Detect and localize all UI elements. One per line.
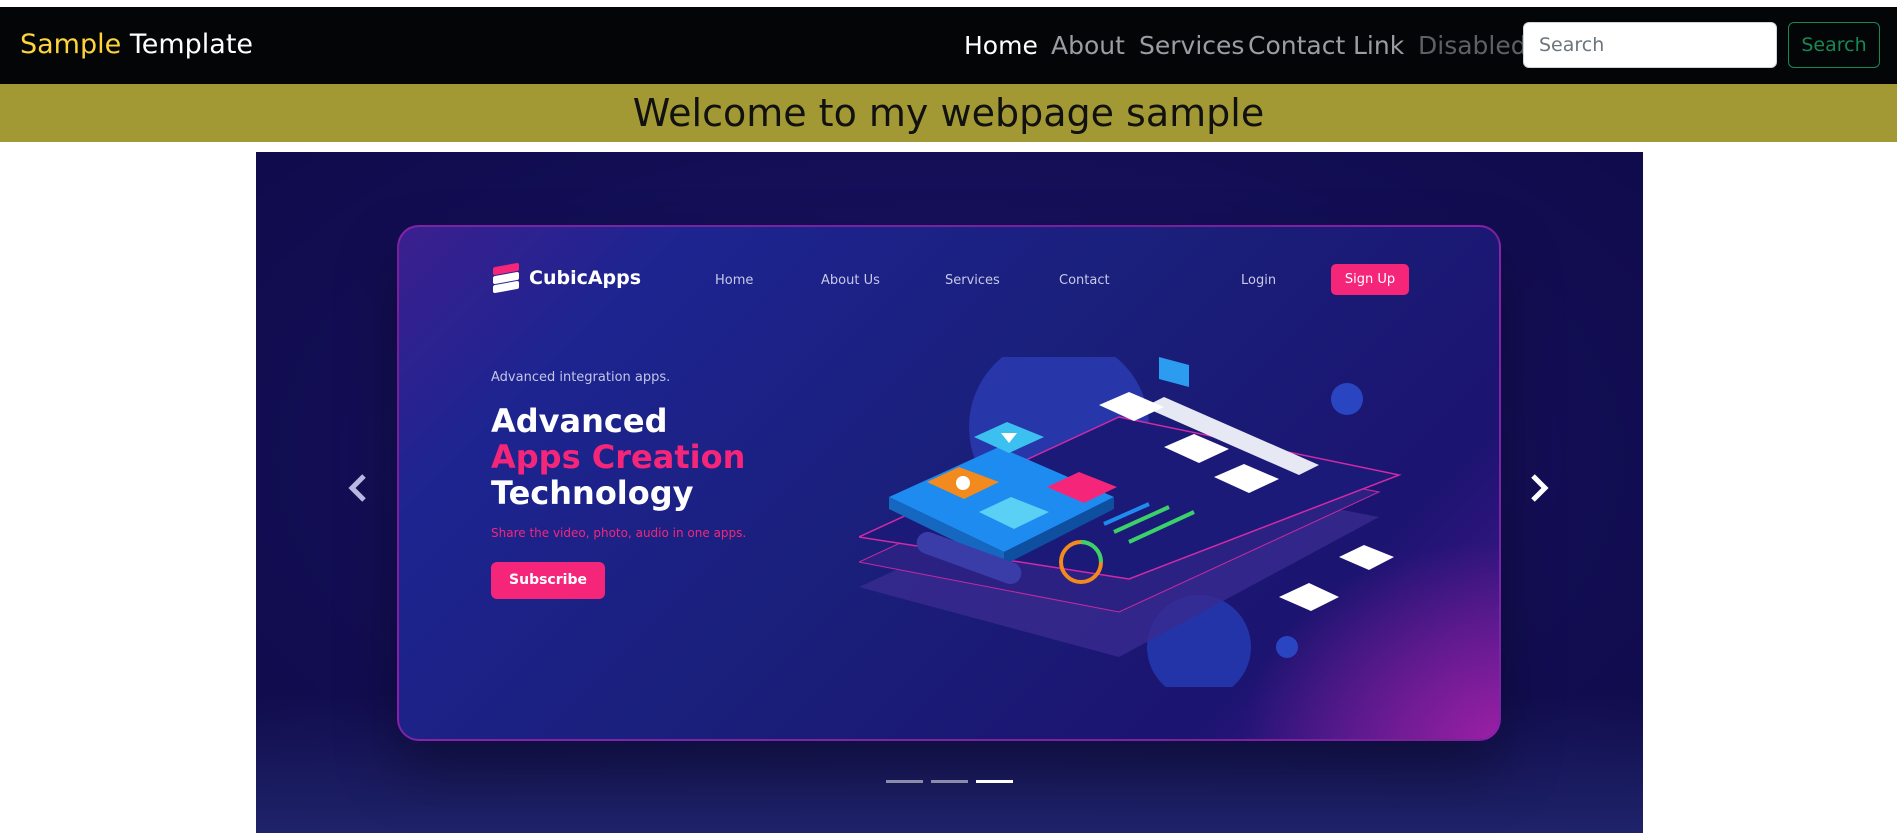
nav-item-disabled: Disabled: [1418, 31, 1527, 60]
hero-carousel: CubicApps Home About Us Services Contact…: [256, 152, 1643, 833]
slide-logo: CubicApps: [493, 262, 642, 294]
chevron-right-icon: [1531, 474, 1549, 502]
slide-nav-home: Home: [715, 273, 754, 288]
bg-circle-tiny: [1276, 636, 1298, 658]
brand-part-1: Sample: [20, 29, 122, 60]
slide-headline-2: Apps Creation: [491, 438, 746, 476]
search-button[interactable]: Search: [1788, 22, 1880, 68]
nav-item-home[interactable]: Home: [964, 30, 1038, 62]
cube-logo-icon: [493, 262, 519, 294]
nav-item-link[interactable]: Link: [1353, 30, 1404, 62]
carousel-indicator-3[interactable]: [976, 780, 1013, 783]
slide-headline-1: Advanced: [491, 402, 668, 440]
slide-headline-3: Technology: [491, 474, 694, 512]
slide-signup: Sign Up: [1331, 264, 1409, 295]
wifi-card: [1339, 545, 1394, 570]
slide-subscribe: Subscribe: [491, 562, 605, 599]
chevron-left-icon: [348, 474, 366, 502]
welcome-banner: Welcome to my webpage sample: [0, 84, 1897, 142]
search-input[interactable]: [1523, 22, 1777, 68]
nav-item-about[interactable]: About: [1051, 30, 1125, 62]
navbar: Sample Template Home About Services Cont…: [0, 7, 1897, 84]
isometric-illustration: [859, 357, 1402, 687]
carousel-indicator-2[interactable]: [931, 780, 968, 783]
slide-kicker: Advanced integration apps.: [491, 370, 671, 385]
slide-login: Login: [1241, 273, 1277, 288]
nav-item-contact[interactable]: Contact: [1248, 30, 1345, 62]
slide-nav-about: About Us: [821, 273, 880, 288]
brand-logo[interactable]: Sample Template: [20, 29, 253, 61]
slide-nav-contact: Contact: [1059, 273, 1110, 288]
bg-circle-small: [1331, 383, 1363, 415]
slide-nav-services: Services: [945, 273, 1000, 288]
nav-item-services[interactable]: Services: [1139, 30, 1244, 62]
slide-logo-text: CubicApps: [529, 267, 642, 289]
carousel-next-button[interactable]: [1519, 461, 1559, 515]
slide-image: CubicApps Home About Us Services Contact…: [397, 225, 1501, 741]
brand-part-2: Template: [129, 29, 254, 60]
carousel-indicators: [886, 780, 1013, 783]
carousel-prev-button[interactable]: [338, 461, 378, 515]
top-strip: [0, 0, 1897, 7]
carousel-indicator-1[interactable]: [886, 780, 923, 783]
page-title: Welcome to my webpage sample: [632, 91, 1265, 135]
slide-subtitle: Share the video, photo, audio in one app…: [491, 526, 747, 540]
flying-card: [1159, 357, 1189, 387]
eye-card: [1279, 583, 1339, 611]
